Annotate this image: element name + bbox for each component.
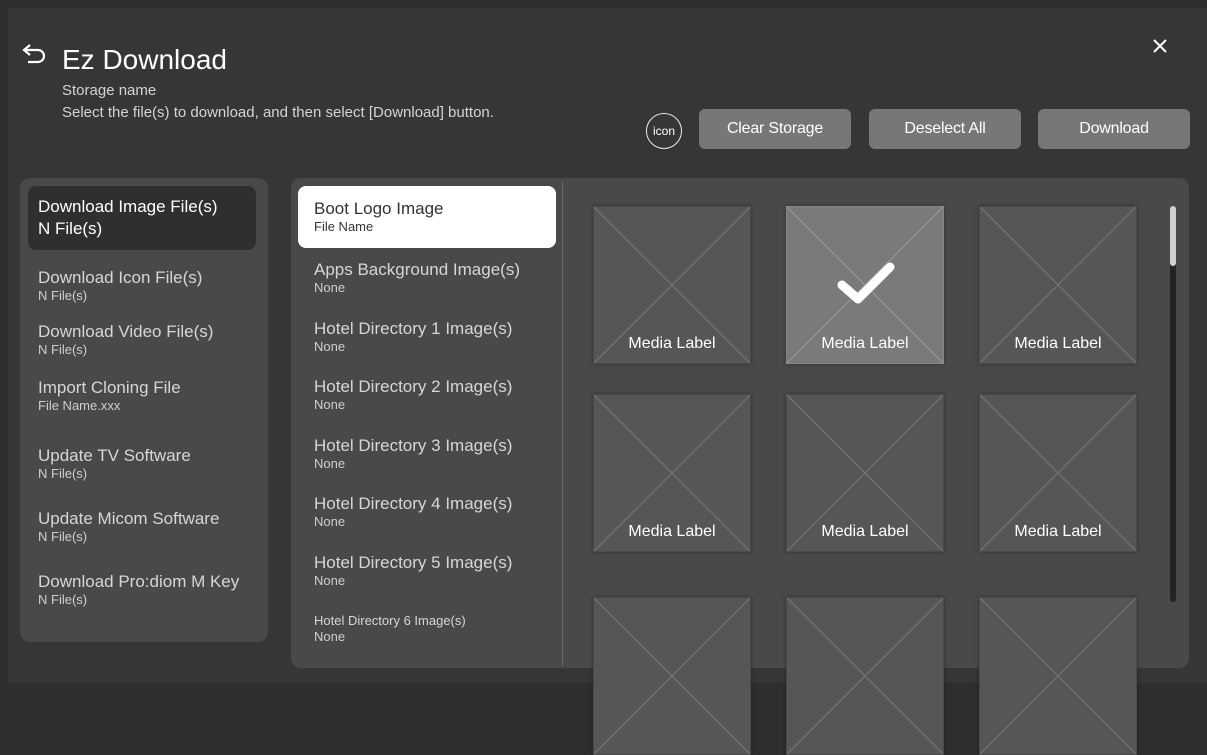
file-item-hotel-directory-2[interactable]: Hotel Directory 2 Image(s) None — [298, 377, 556, 413]
nav-item-prodiom-key[interactable]: Download Pro:diom M Key N File(s) — [28, 572, 256, 608]
file-item-hotel-directory-6[interactable]: Hotel Directory 6 Image(s) None — [298, 613, 556, 645]
info-icon-button[interactable]: icon — [646, 113, 682, 149]
media-thumbnail[interactable] — [786, 597, 944, 755]
media-label: Media Label — [1014, 523, 1102, 540]
file-item-name: None — [314, 280, 346, 295]
nav-item-count: N File(s) — [38, 466, 88, 481]
file-item-hotel-directory-1[interactable]: Hotel Directory 1 Image(s) None — [298, 319, 556, 355]
nav-item-label: Download Video File(s) — [38, 322, 214, 341]
media-thumbnail[interactable] — [979, 597, 1137, 755]
file-item-name: File Name — [314, 219, 374, 234]
nav-item-image-files[interactable]: Download Image File(s) N File(s) — [28, 186, 256, 250]
file-item-name: None — [314, 629, 346, 644]
file-item-name: None — [314, 514, 346, 529]
close-icon[interactable] — [1150, 36, 1170, 56]
media-thumbnail[interactable] — [593, 597, 751, 755]
nav-item-count: N File(s) — [38, 529, 88, 544]
deselect-all-button[interactable]: Deselect All — [869, 109, 1021, 149]
file-item-label: Hotel Directory 4 Image(s) — [314, 494, 513, 513]
file-item-hotel-directory-3[interactable]: Hotel Directory 3 Image(s) None — [298, 436, 556, 472]
nav-item-video-files[interactable]: Download Video File(s) N File(s) — [28, 322, 256, 358]
media-thumbnail-selected[interactable]: Media Label — [786, 206, 944, 364]
nav-item-micom-software[interactable]: Update Micom Software N File(s) — [28, 509, 256, 545]
file-item-label: Hotel Directory 1 Image(s) — [314, 319, 513, 338]
file-item-label: Hotel Directory 6 Image(s) — [314, 613, 466, 628]
file-item-name: None — [314, 397, 346, 412]
nav-item-icon-files[interactable]: Download Icon File(s) N File(s) — [28, 268, 256, 304]
panel-divider — [562, 182, 563, 666]
clear-storage-button[interactable]: Clear Storage — [699, 109, 851, 149]
file-item-label: Apps Background Image(s) — [314, 260, 520, 279]
media-label: Media Label — [628, 335, 716, 352]
nav-item-label: Update Micom Software — [38, 509, 220, 528]
nav-item-count: N File(s) — [38, 342, 88, 357]
file-item-name: None — [314, 339, 346, 354]
checkmark-icon — [837, 262, 895, 304]
nav-item-label: Download Pro:diom M Key — [38, 572, 240, 591]
storage-name: Storage name — [62, 82, 157, 99]
page-title: Ez Download — [62, 44, 227, 75]
nav-item-count: N File(s) — [38, 219, 103, 238]
media-label: Media Label — [821, 335, 909, 352]
download-button[interactable]: Download — [1038, 109, 1190, 149]
media-label: Media Label — [821, 523, 909, 540]
media-thumbnail[interactable]: Media Label — [979, 394, 1137, 552]
nav-item-file-name: File Name.xxx — [38, 398, 121, 413]
scrollbar-thumb[interactable] — [1170, 206, 1176, 266]
image-placeholder-icon — [980, 598, 1136, 754]
nav-item-label: Update TV Software — [38, 446, 191, 465]
file-item-name: None — [314, 456, 346, 471]
nav-item-label: Import Cloning File — [38, 378, 181, 397]
nav-item-tv-software[interactable]: Update TV Software N File(s) — [28, 446, 256, 482]
instructions-text: Select the file(s) to download, and then… — [62, 104, 494, 121]
media-thumbnail[interactable]: Media Label — [979, 206, 1137, 364]
file-item-apps-background[interactable]: Apps Background Image(s) None — [298, 260, 556, 296]
media-label: Media Label — [1014, 335, 1102, 352]
file-item-hotel-directory-5[interactable]: Hotel Directory 5 Image(s) None — [298, 553, 556, 589]
file-item-boot-logo[interactable]: Boot Logo Image File Name — [298, 186, 556, 248]
image-placeholder-icon — [594, 598, 750, 754]
nav-item-label: Download Icon File(s) — [38, 268, 203, 287]
media-label: Media Label — [628, 523, 716, 540]
nav-item-count: N File(s) — [38, 288, 88, 303]
nav-item-label: Download Image File(s) — [38, 197, 218, 216]
file-item-label: Hotel Directory 2 Image(s) — [314, 377, 513, 396]
media-thumbnail[interactable]: Media Label — [593, 206, 751, 364]
file-item-name: None — [314, 573, 346, 588]
file-item-label: Hotel Directory 5 Image(s) — [314, 553, 513, 572]
nav-item-count: N File(s) — [38, 592, 88, 607]
back-arrow-icon[interactable] — [20, 44, 48, 68]
media-thumbnail[interactable]: Media Label — [593, 394, 751, 552]
image-placeholder-icon — [787, 598, 943, 754]
file-item-label: Hotel Directory 3 Image(s) — [314, 436, 513, 455]
nav-item-import-cloning[interactable]: Import Cloning File File Name.xxx — [28, 378, 256, 414]
file-item-hotel-directory-4[interactable]: Hotel Directory 4 Image(s) None — [298, 494, 556, 530]
file-item-label: Boot Logo Image — [314, 199, 444, 218]
media-thumbnail[interactable]: Media Label — [786, 394, 944, 552]
